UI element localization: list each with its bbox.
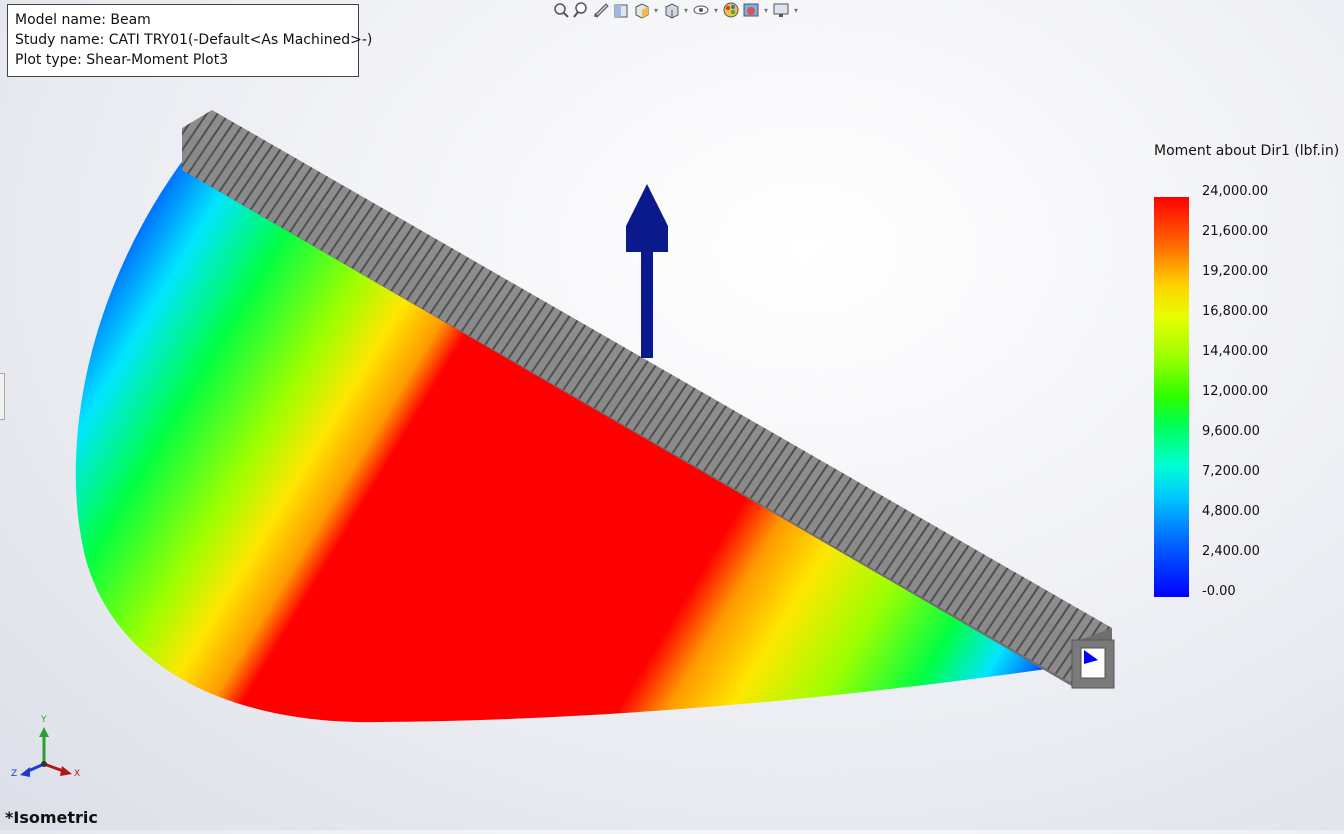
model-name-prefix: Model name: [15, 12, 106, 28]
model-name-value: Beam [110, 12, 151, 28]
legend-tick: 14,400.00 [1202, 344, 1269, 359]
hide-show-items-icon[interactable] [692, 1, 710, 19]
legend-tick: 21,600.00 [1202, 224, 1269, 239]
load-arrow [626, 184, 668, 358]
moment-diagram-plot [20, 110, 1115, 777]
feature-manager-collapse-handle[interactable] [0, 373, 5, 420]
zoom-to-fit-icon[interactable] [552, 1, 570, 19]
view-orientation-label: *Isometric [5, 808, 98, 827]
legend-title: Moment about Dir1 (lbf.in) [1154, 143, 1340, 159]
apply-scene-icon[interactable] [742, 1, 760, 19]
triad-z-label: Z [11, 769, 18, 779]
view-settings-icon[interactable] [772, 1, 790, 19]
edit-appearance-icon[interactable] [722, 1, 740, 19]
coordinate-triad [20, 727, 72, 777]
moment-surface [75, 156, 1076, 723]
legend-tick: 12,000.00 [1202, 384, 1269, 399]
plot-type-prefix: Plot type: [15, 52, 82, 68]
legend-tick: 19,200.00 [1202, 264, 1269, 279]
plot-type-value: Shear-Moment Plot3 [86, 52, 229, 68]
chevron-down-icon[interactable]: ▾ [792, 6, 800, 15]
display-style-icon[interactable] [662, 1, 680, 19]
model-name-row: Model name: Beam [15, 10, 358, 30]
study-name-row: Study name: CATI TRY01(-Default<As Machi… [15, 30, 372, 50]
previous-view-icon[interactable] [592, 1, 610, 19]
section-view-icon[interactable] [612, 1, 630, 19]
chevron-down-icon[interactable]: ▾ [762, 6, 770, 15]
study-name-value: CATI TRY01(-Default<As Machined>-) [108, 32, 373, 48]
legend-tick: 4,800.00 [1202, 504, 1260, 519]
chevron-down-icon[interactable]: ▾ [652, 6, 660, 15]
study-name-prefix: Study name: [15, 32, 105, 48]
chevron-down-icon[interactable]: ▾ [682, 6, 690, 15]
legend-tick: 7,200.00 [1202, 464, 1260, 479]
legend-color-bar [1154, 197, 1189, 597]
plot-type-row: Plot type: Shear-Moment Plot3 [15, 50, 358, 70]
zoom-to-area-icon[interactable] [572, 1, 590, 19]
triad-x-label: X [74, 769, 81, 779]
graphics-area[interactable] [0, 0, 1344, 830]
triad-y-label: Y [41, 715, 47, 725]
legend-tick: 16,800.00 [1202, 304, 1269, 319]
view-orientation-icon[interactable] [632, 1, 650, 19]
legend-tick: 24,000.00 [1202, 184, 1269, 199]
chevron-down-icon[interactable]: ▾ [712, 6, 720, 15]
legend-tick: 9,600.00 [1202, 424, 1260, 439]
heads-up-view-toolbar: ▾ ▾ ▾ ▾ ▾ [552, 0, 800, 20]
legend-tick: -0.00 [1202, 584, 1236, 599]
legend-tick: 2,400.00 [1202, 544, 1260, 559]
plot-info-box: Model name: Beam Study name: CATI TRY01(… [7, 4, 372, 77]
